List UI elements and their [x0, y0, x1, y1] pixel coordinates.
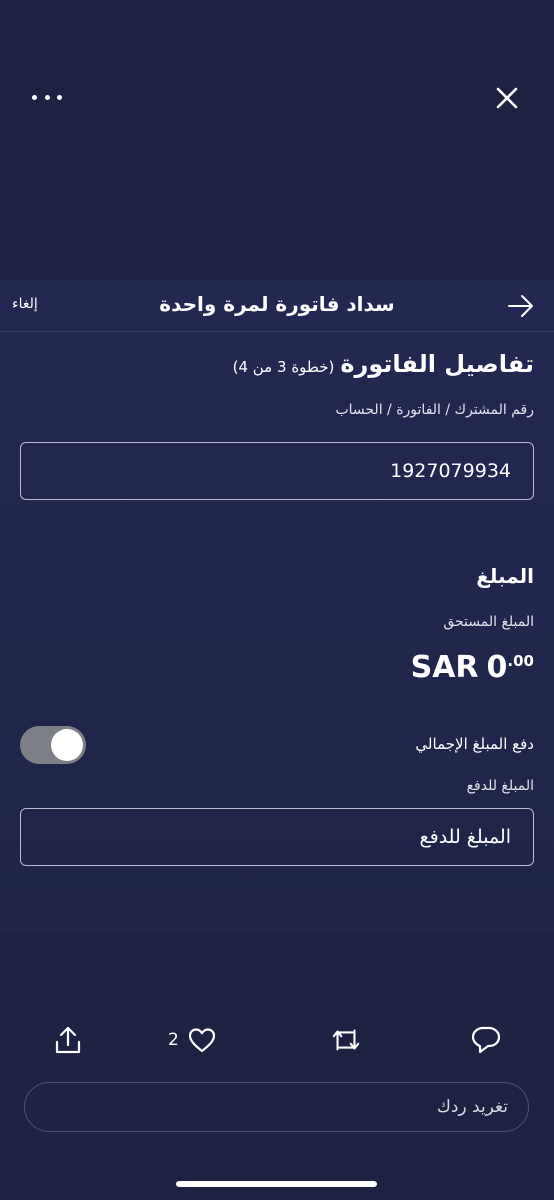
due-amount-label: المبلغ المستحق	[443, 614, 534, 630]
reply-icon[interactable]	[470, 1020, 502, 1060]
account-label: رقم المشترك / الفاتورة / الحساب	[335, 402, 534, 418]
page-title: سداد فاتورة لمرة واحدة	[159, 292, 395, 316]
currency-code: SAR	[410, 650, 479, 685]
embedded-bill-payment-card: إلغاء سداد فاتورة لمرة واحدة تفاصيل الفا…	[0, 280, 554, 934]
due-amount-decimal: .00	[507, 652, 534, 670]
tweet-action-bar: 2	[0, 1020, 554, 1064]
bill-details-title: تفاصيل الفاتورة (خطوة 3 من 4)	[233, 350, 534, 378]
pay-amount-label: المبلغ للدفع	[466, 778, 534, 794]
top-bar	[0, 0, 554, 280]
reply-input[interactable]	[24, 1082, 529, 1132]
step-indicator: (خطوة 3 من 4)	[232, 358, 335, 376]
arrow-right-icon[interactable]	[506, 293, 536, 319]
pay-total-label: دفع المبلغ الإجمالي	[415, 735, 534, 753]
home-indicator	[176, 1181, 377, 1187]
like-count: 2	[168, 1030, 179, 1050]
toggle-knob	[51, 729, 83, 761]
due-amount-integer: 0	[486, 650, 508, 685]
like-group[interactable]: 2	[168, 1020, 217, 1060]
close-icon[interactable]	[494, 85, 520, 111]
account-number-input[interactable]	[20, 442, 534, 500]
pay-amount-input[interactable]	[20, 808, 534, 866]
due-amount-value: SAR 0 .00	[411, 650, 534, 685]
payment-header: إلغاء سداد فاتورة لمرة واحدة	[0, 280, 554, 332]
share-icon[interactable]	[52, 1020, 84, 1060]
bill-details-heading: تفاصيل الفاتورة	[340, 350, 534, 378]
pay-total-toggle[interactable]	[20, 726, 86, 764]
more-horizontal-icon[interactable]	[32, 84, 62, 110]
amount-heading: المبلغ	[476, 564, 534, 588]
retweet-icon[interactable]	[330, 1020, 362, 1060]
heart-icon[interactable]	[187, 1026, 217, 1054]
